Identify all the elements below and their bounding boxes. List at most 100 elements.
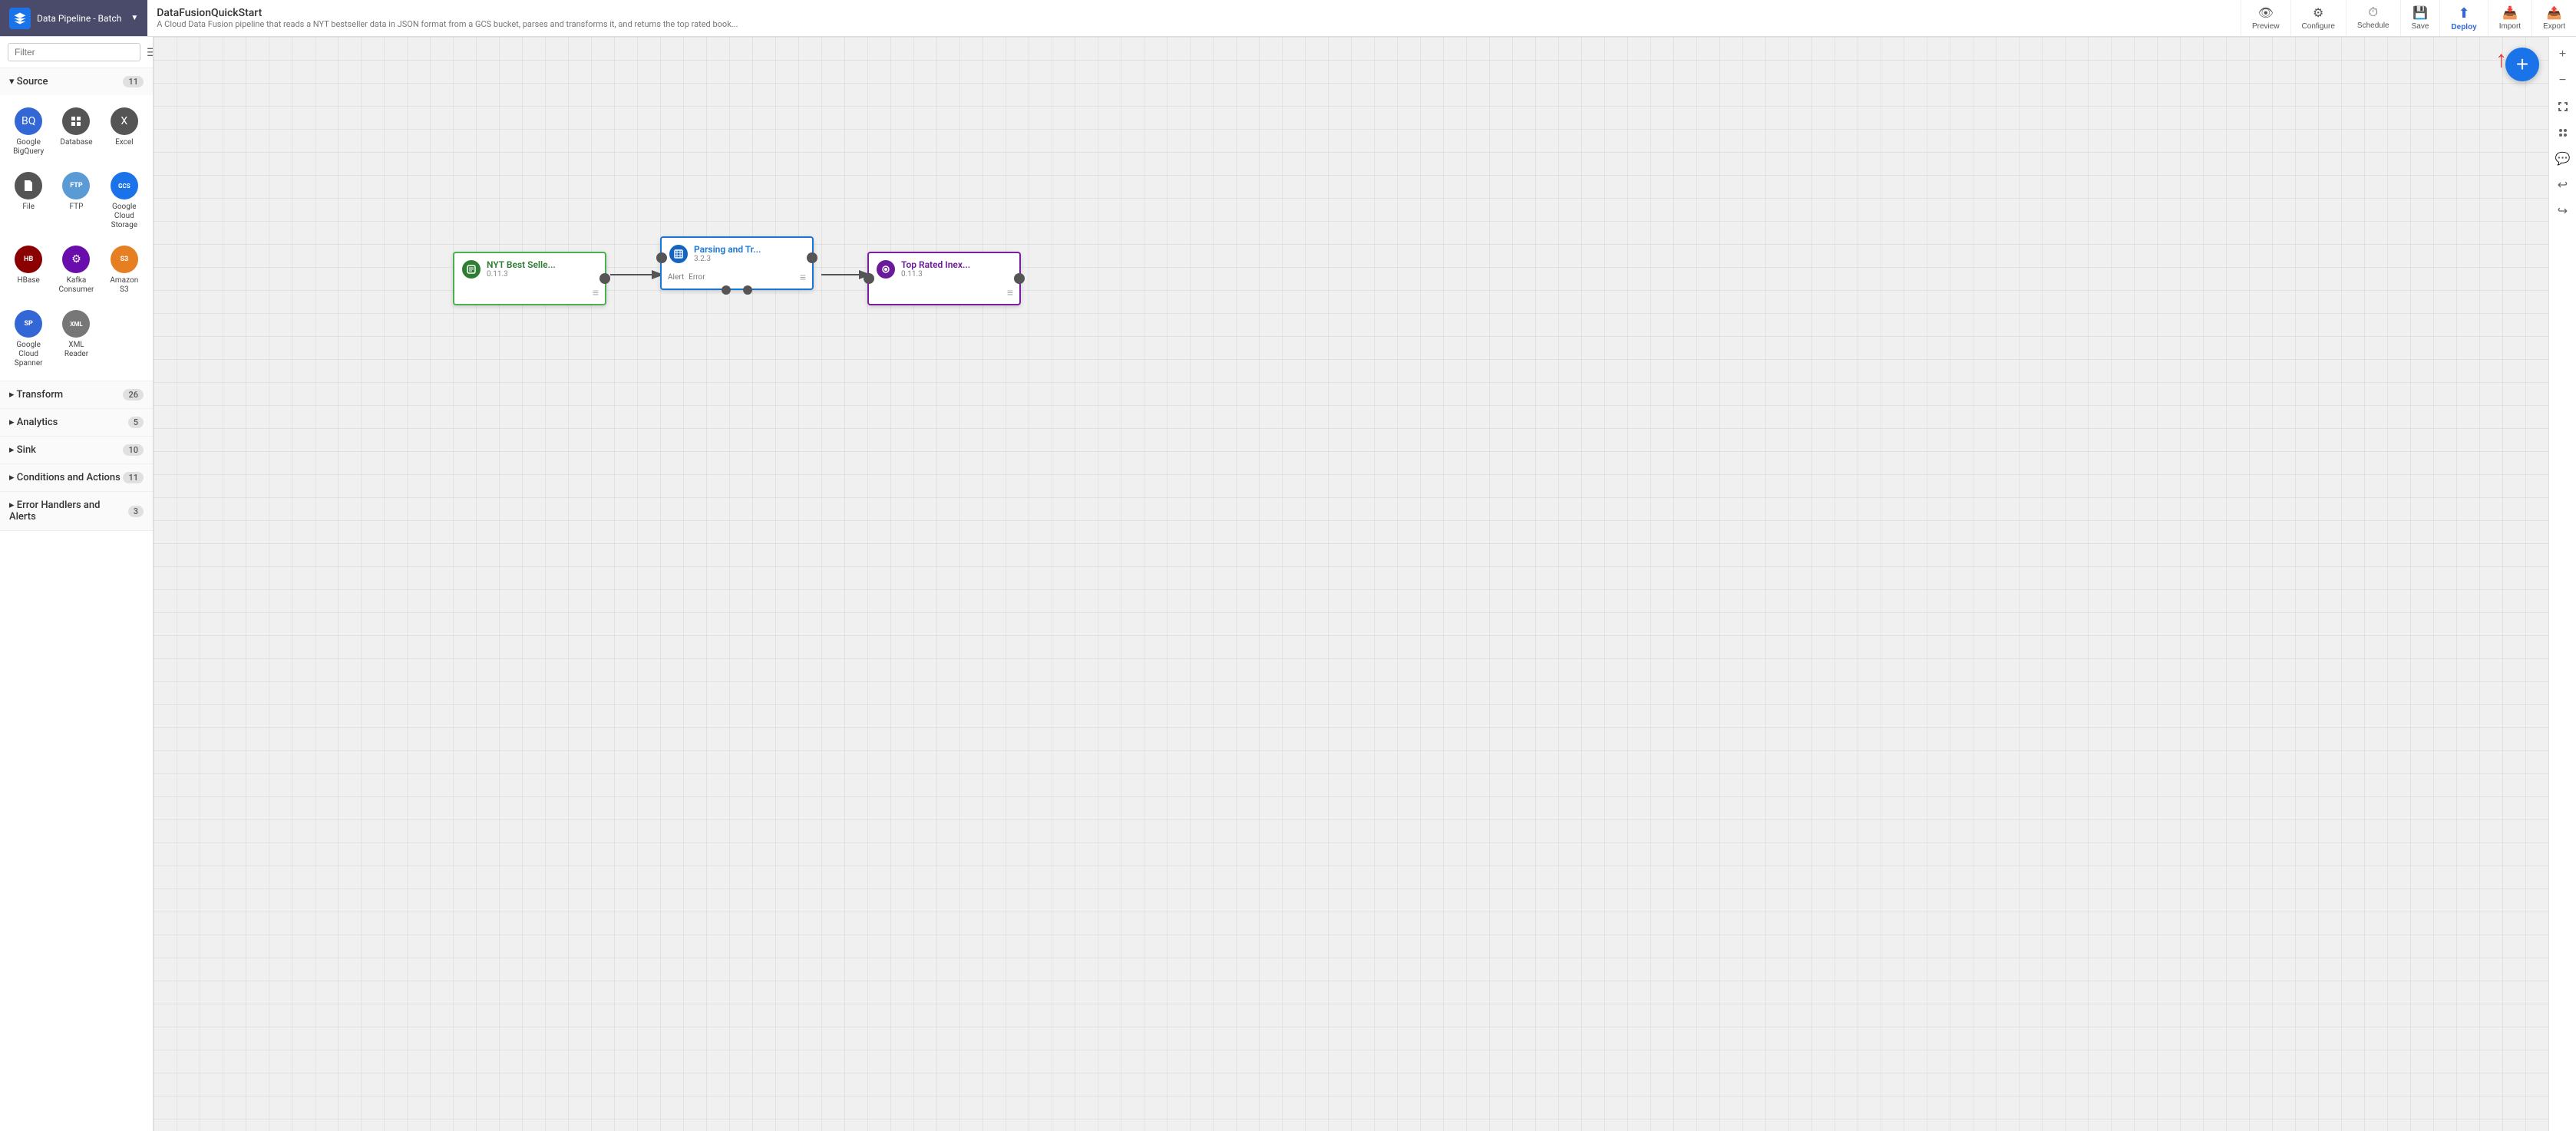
error-port[interactable] <box>743 285 752 295</box>
s3-label: Amazon S3 <box>105 276 144 295</box>
node-nyt-source[interactable]: NYT Best Selle... 0.11.3 ≡ <box>453 252 606 305</box>
node-toprated[interactable]: Top Rated Inex... 0.11.3 ≡ <box>867 252 1021 305</box>
sink-section-header[interactable]: ▸ Sink 10 <box>0 437 153 463</box>
file-label: File <box>22 203 35 212</box>
zoom-in-button[interactable]: + <box>2551 43 2574 66</box>
node-parsing-left-port[interactable] <box>656 252 667 263</box>
plugin-file[interactable]: File <box>6 166 51 236</box>
add-node-button[interactable]: + <box>2505 48 2539 81</box>
bigquery-icon: BQ <box>15 107 42 135</box>
canvas-area[interactable]: ↑ NYT Best Selle... 0.11.3 ≡ <box>154 37 2576 1131</box>
export-label: Export <box>2543 22 2565 31</box>
export-icon: 📤 <box>2547 5 2562 21</box>
align-button[interactable] <box>2551 121 2574 144</box>
main-layout: ☰ ⊞ « ▾ Source 11 BQ Google BigQuery <box>0 37 2576 1131</box>
node-nyt-icon <box>462 260 481 279</box>
configure-label: Configure <box>2302 22 2335 31</box>
top-actions: 👁 Preview ⚙ Configure ⏱ Schedule 💾 Save … <box>2241 0 2576 36</box>
node-parsing-header: Parsing and Tr... 3.2.3 <box>662 238 812 269</box>
node-parsing-icon <box>669 245 688 263</box>
excel-icon: X <box>111 107 138 135</box>
plugin-ftp[interactable]: FTP FTP <box>54 166 98 236</box>
node-nyt-menu[interactable]: ≡ <box>593 286 599 299</box>
bigquery-label: Google BigQuery <box>9 138 48 157</box>
analytics-section-header[interactable]: ▸ Analytics 5 <box>0 409 153 436</box>
node-toprated-menu[interactable]: ≡ <box>1007 286 1013 299</box>
node-nyt-info: NYT Best Selle... 0.11.3 <box>487 259 597 279</box>
save-button[interactable]: 💾 Save <box>2400 0 2440 36</box>
plugin-s3[interactable]: S3 Amazon S3 <box>102 239 147 301</box>
plugin-kafka[interactable]: ⚙ Kafka Consumer <box>54 239 98 301</box>
plugin-excel[interactable]: X Excel <box>102 101 147 163</box>
export-button[interactable]: 📤 Export <box>2531 0 2576 36</box>
plugin-hbase[interactable]: HB HBase <box>6 239 51 301</box>
schedule-label: Schedule <box>2357 21 2389 30</box>
analytics-label: ▸ Analytics <box>9 417 58 428</box>
alert-port[interactable] <box>722 285 731 295</box>
pipeline-type-selector[interactable]: Data Pipeline - Batch ▼ <box>0 0 147 36</box>
node-toprated-right-port[interactable] <box>1014 273 1025 284</box>
node-parsing-right-port[interactable] <box>807 252 817 263</box>
comment-button[interactable]: 💬 <box>2551 147 2574 170</box>
conditions-section: ▸ Conditions and Actions 11 <box>0 464 153 492</box>
import-label: Import <box>2499 22 2521 31</box>
deploy-button[interactable]: ⬆ Deploy <box>2439 0 2487 36</box>
pipeline-title: DataFusionQuickStart <box>157 7 2231 19</box>
redo-button[interactable]: ↪ <box>2551 199 2574 223</box>
top-bar: Data Pipeline - Batch ▼ DataFusionQuickS… <box>0 0 2576 37</box>
plugin-bigquery[interactable]: BQ Google BigQuery <box>6 101 51 163</box>
node-nyt-footer: ≡ <box>454 285 605 304</box>
plugin-xml[interactable]: XML XML Reader <box>54 304 98 374</box>
sink-label: ▸ Sink <box>9 444 36 456</box>
error-section: ▸ Error Handlers and Alerts 3 <box>0 492 153 531</box>
filter-input[interactable] <box>8 43 140 61</box>
node-parsing-info: Parsing and Tr... 3.2.3 <box>694 244 804 263</box>
sidebar-filter-area: ☰ ⊞ « <box>0 37 153 68</box>
transform-section-header[interactable]: ▸ Transform 26 <box>0 381 153 408</box>
error-section-header[interactable]: ▸ Error Handlers and Alerts 3 <box>0 492 153 530</box>
node-toprated-footer: ≡ <box>869 285 1019 304</box>
excel-label: Excel <box>115 138 134 147</box>
conditions-count: 11 <box>123 472 144 483</box>
node-toprated-version: 0.11.3 <box>901 270 1012 279</box>
database-label: Database <box>60 138 92 147</box>
error-label: ▸ Error Handlers and Alerts <box>9 500 128 523</box>
configure-button[interactable]: ⚙ Configure <box>2290 0 2346 36</box>
plugin-database[interactable]: Database <box>54 101 98 163</box>
plugin-gcs[interactable]: GCS Google Cloud Storage <box>102 166 147 236</box>
node-toprated-name: Top Rated Inex... <box>901 259 1012 270</box>
deploy-icon: ⬆ <box>2459 5 2470 21</box>
undo-button[interactable]: ↩ <box>2551 173 2574 196</box>
preview-button[interactable]: 👁 Preview <box>2241 0 2290 36</box>
preview-icon: 👁 <box>2258 5 2274 21</box>
hbase-label: HBase <box>18 276 40 285</box>
import-button[interactable]: 📥 Import <box>2488 0 2531 36</box>
source-plugin-grid: BQ Google BigQuery Database <box>0 95 153 381</box>
node-parsing-alerts: Alert Error <box>668 273 800 282</box>
kafka-label: Kafka Consumer <box>57 276 95 295</box>
source-section: ▾ Source 11 BQ Google BigQuery <box>0 68 153 381</box>
import-icon: 📥 <box>2502 5 2518 21</box>
list-view-button[interactable]: ☰ <box>145 45 154 61</box>
file-icon <box>15 172 42 199</box>
source-section-header[interactable]: ▾ Source 11 <box>0 68 153 95</box>
xml-icon: XML <box>62 310 90 338</box>
pipeline-description: A Cloud Data Fusion pipeline that reads … <box>157 19 2231 29</box>
canvas-connections <box>154 37 2576 1131</box>
conditions-section-header[interactable]: ▸ Conditions and Actions 11 <box>0 464 153 491</box>
zoom-out-button[interactable]: − <box>2551 69 2574 92</box>
node-nyt-right-port[interactable] <box>599 273 610 284</box>
plugin-spanner[interactable]: SP Google Cloud Spanner <box>6 304 51 374</box>
node-toprated-left-port[interactable] <box>864 273 874 284</box>
schedule-button[interactable]: ⏱ Schedule <box>2346 0 2400 36</box>
analytics-count: 5 <box>128 417 144 428</box>
node-parsing-menu[interactable]: ≡ <box>800 271 806 284</box>
gcs-icon: GCS <box>111 172 138 199</box>
node-toprated-header: Top Rated Inex... 0.11.3 <box>869 253 1019 285</box>
node-toprated-info: Top Rated Inex... 0.11.3 <box>901 259 1012 279</box>
node-parsing[interactable]: Parsing and Tr... 3.2.3 Alert Error ≡ <box>660 236 814 290</box>
fit-screen-button[interactable] <box>2551 95 2574 118</box>
gcs-label: Google Cloud Storage <box>105 203 144 230</box>
configure-icon: ⚙ <box>2313 5 2323 21</box>
node-parsing-name: Parsing and Tr... <box>694 244 804 255</box>
